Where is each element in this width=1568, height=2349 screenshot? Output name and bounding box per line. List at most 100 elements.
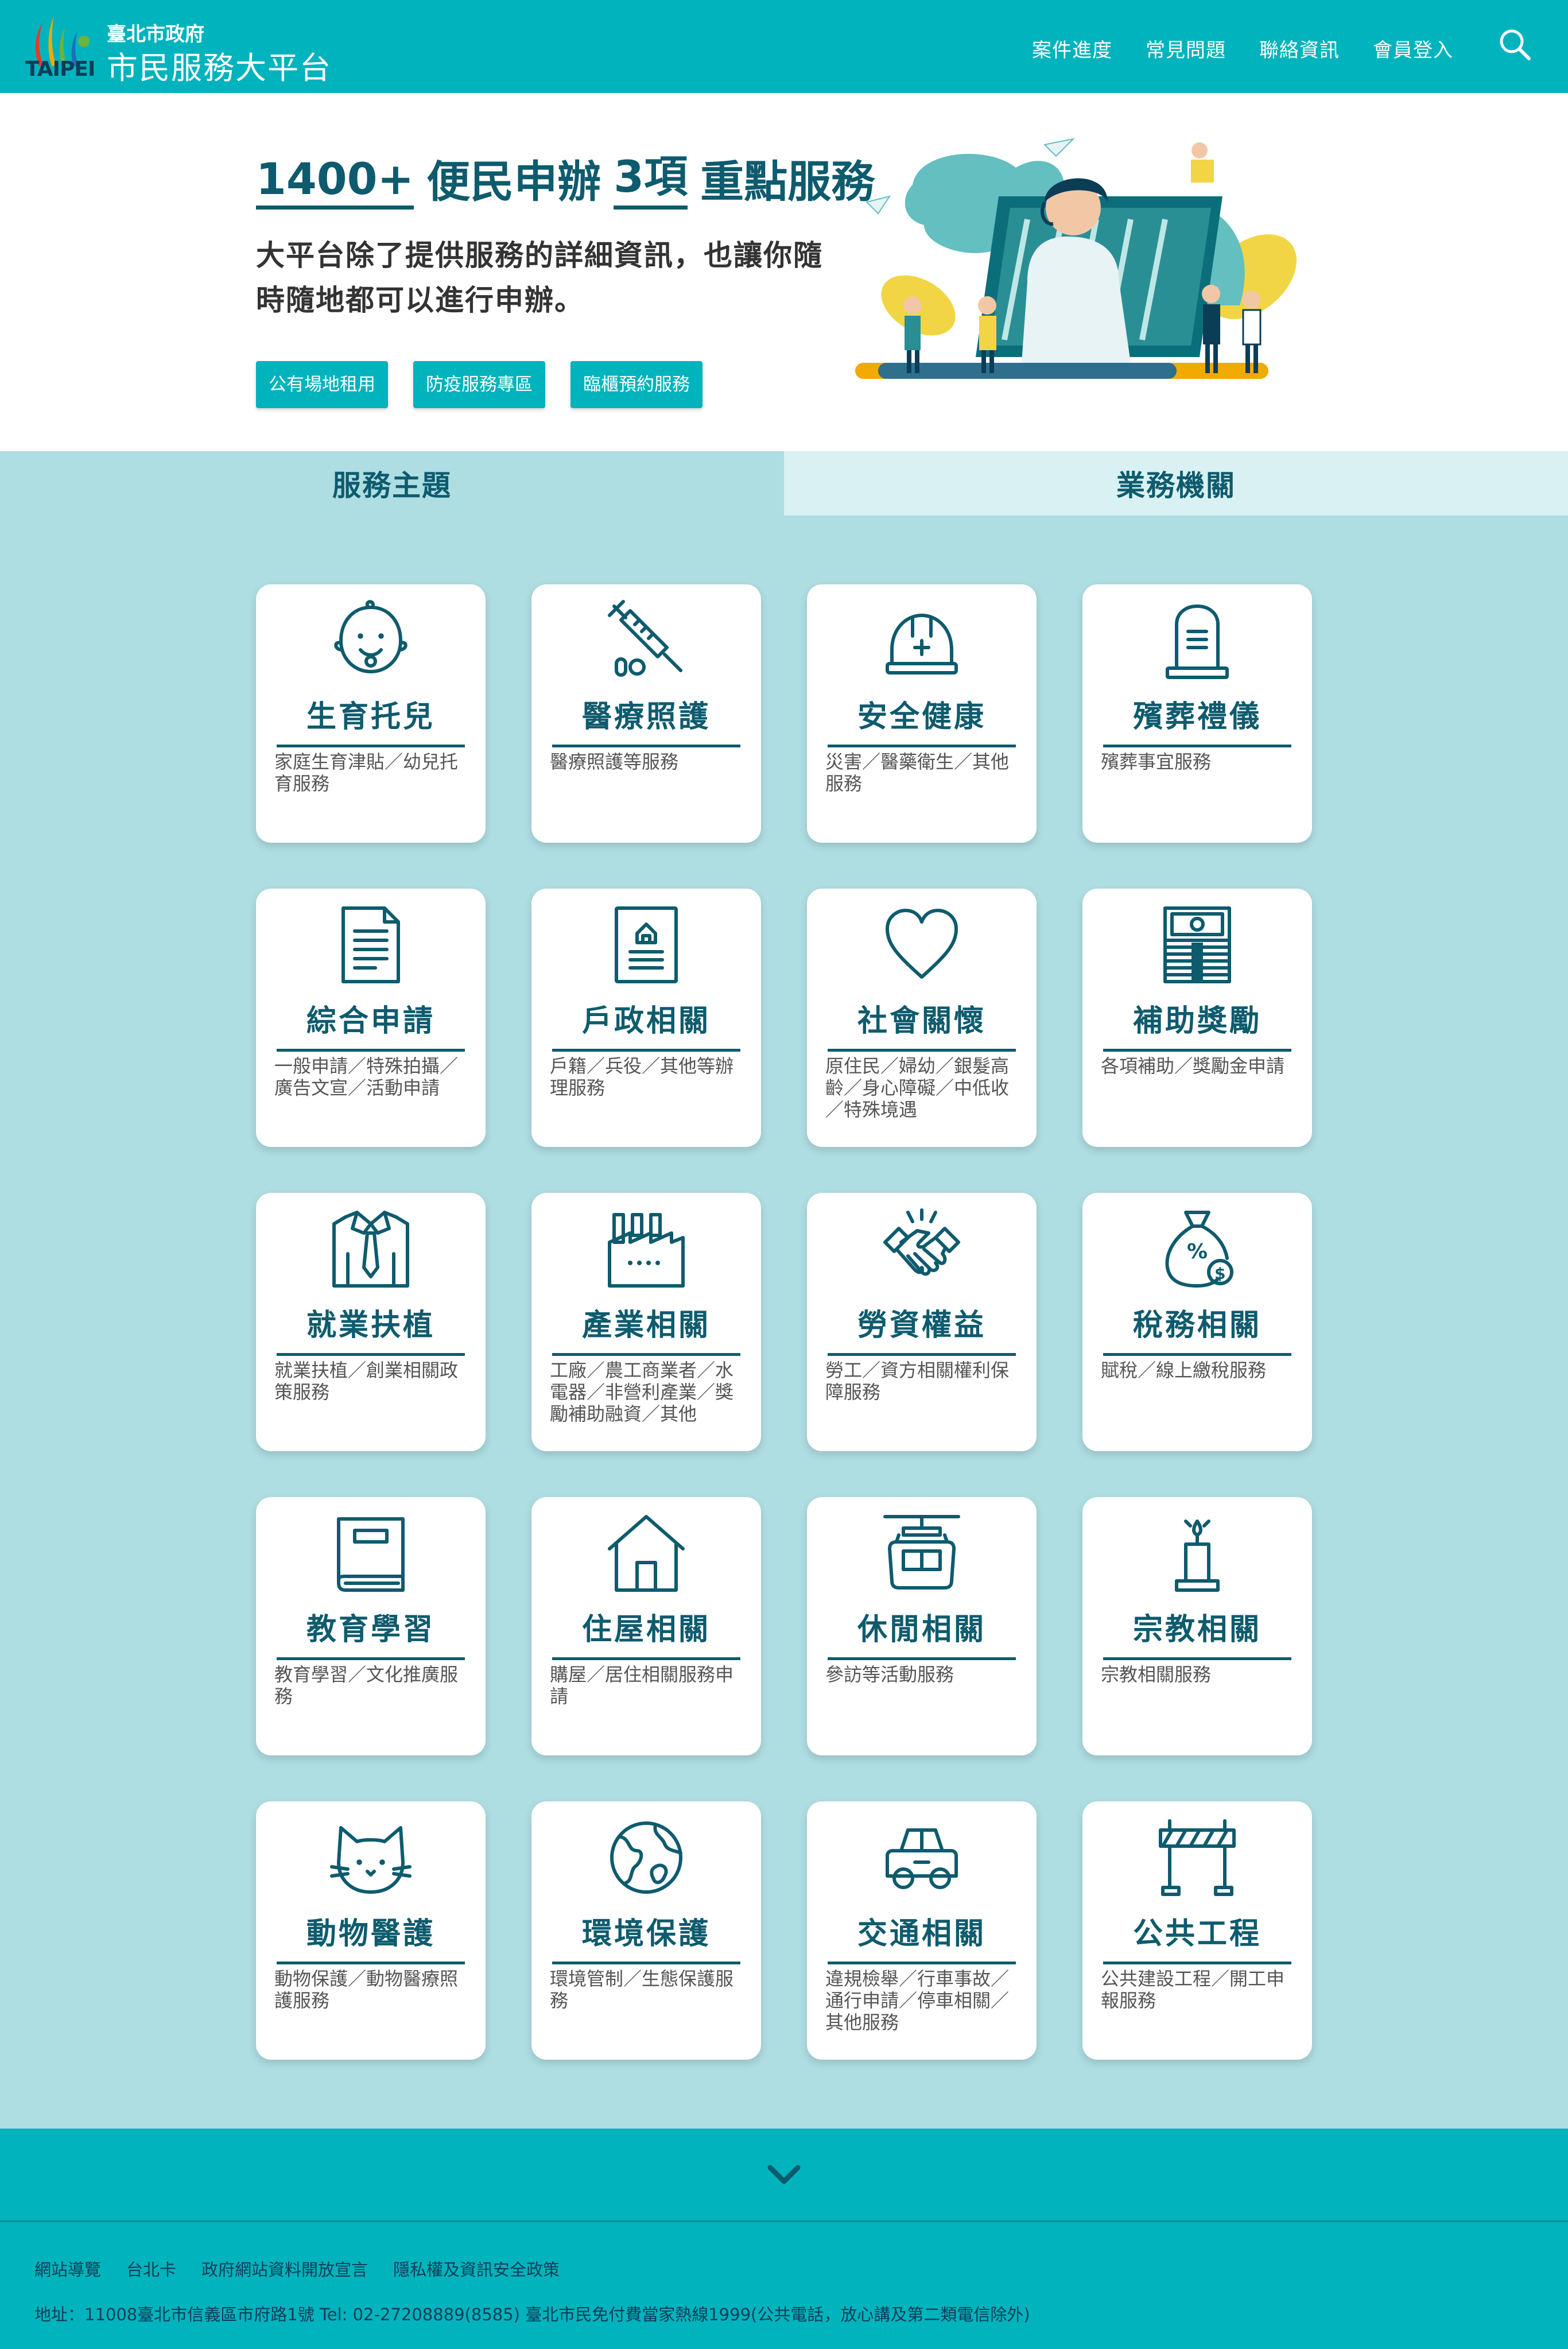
footer-link-privacy[interactable]: 隱私權及資訊安全政策 (393, 2257, 560, 2281)
footer-link-open-data[interactable]: 政府網站資料開放宣言 (201, 2257, 368, 2281)
card-description: 各項補助／獎勵金申請 (1101, 1055, 1285, 1077)
service-card[interactable]: 就業扶植 就業扶植／創業相關政策服務 (256, 1193, 486, 1451)
footer-links: 網站導覽 台北卡 政府網站資料開放宣言 隱私權及資訊安全政策 (34, 2257, 560, 2281)
card-title: 勞資權益 (828, 1301, 1016, 1356)
card-description: 家庭生育津貼／幼兒托育服務 (274, 751, 459, 794)
tab-agencies[interactable]: 業務機關 (784, 451, 1568, 515)
tombstone-icon (1166, 604, 1229, 679)
globe-icon (610, 1821, 682, 1894)
card-description: 宗教相關服務 (1101, 1664, 1212, 1685)
quick-links: 公有場地租用 防疫服務專區 臨櫃預約服務 (256, 361, 703, 408)
card-description: 賦稅／線上繳稅服務 (1101, 1359, 1267, 1381)
site-header: TAIPEI 臺北市政府 市民服務大平台 案件進度 常見問題 聯絡資訊 會員登入 (0, 0, 1568, 93)
card-title: 生育托兒 (277, 692, 465, 747)
card-description: 違規檢舉／行車事故／通行申請／停車相關／其他服務 (825, 1968, 1010, 2033)
service-card[interactable]: 公共工程 公共建設工程／開工申報服務 (1082, 1801, 1312, 2060)
card-title: 住屋相關 (552, 1605, 740, 1660)
tax-bag-icon: % $ (1165, 1211, 1233, 1288)
card-title: 公共工程 (1103, 1909, 1291, 1964)
card-description: 勞工／資方相關權利保障服務 (825, 1359, 1010, 1403)
service-card[interactable]: 醫療照護 醫療照護等服務 (531, 584, 761, 843)
quick-counter-booking-button[interactable]: 臨櫃預約服務 (570, 361, 703, 408)
book-icon (337, 1517, 405, 1592)
service-card[interactable]: 補助獎勵 各項補助／獎勵金申請 (1082, 889, 1312, 1147)
card-description: 殯葬事宜服務 (1101, 751, 1212, 773)
nav-faq[interactable]: 常見問題 (1146, 34, 1226, 63)
service-card[interactable]: 戶政相關 戶籍／兵役／其他等辦理服務 (531, 889, 761, 1147)
card-description: 工廠／農工商業者／水電器／非營利產業／獎勵補助融資／其他 (550, 1359, 734, 1425)
house-icon (608, 1515, 685, 1592)
search-icon[interactable] (1497, 26, 1532, 62)
card-title: 安全健康 (828, 692, 1016, 747)
barrier-icon (1159, 1819, 1236, 1896)
service-card[interactable]: 教育學習 教育學習／文化推廣服務 (256, 1497, 486, 1755)
nav-case-progress[interactable]: 案件進度 (1032, 34, 1112, 63)
cat-icon (330, 1826, 412, 1894)
headline-text-2: 重點服務 (700, 156, 875, 207)
service-card[interactable]: 休閒相關 參訪等活動服務 (807, 1497, 1037, 1755)
shirt-tie-icon (332, 1211, 409, 1288)
card-title: 補助獎勵 (1103, 997, 1291, 1052)
service-card[interactable]: 殯葬禮儀 殯葬事宜服務 (1082, 584, 1312, 843)
service-card[interactable]: 安全健康 災害／醫藥衛生／其他服務 (807, 584, 1037, 843)
card-title: 稅務相關 (1103, 1301, 1291, 1356)
service-card[interactable]: 動物醫護 動物保護／動物醫療照護服務 (256, 1801, 486, 2060)
headline-text-1: 便民申辦 (426, 156, 601, 207)
svg-text:$: $ (1214, 1264, 1225, 1283)
service-card[interactable]: 勞資權益 勞工／資方相關權利保障服務 (807, 1193, 1037, 1451)
service-card[interactable]: 生育托兒 家庭生育津貼／幼兒托育服務 (256, 584, 486, 843)
site-footer: 網站導覽 台北卡 政府網站資料開放宣言 隱私權及資訊安全政策 地址：11008臺… (0, 2220, 1568, 2349)
scroll-band (0, 2129, 1568, 2220)
card-title: 環境保護 (552, 1909, 740, 1964)
nav-contact[interactable]: 聯絡資訊 (1259, 34, 1340, 63)
nav-member-login[interactable]: 會員登入 (1373, 34, 1453, 63)
quick-epidemic-button[interactable]: 防疫服務專區 (413, 361, 545, 408)
card-description: 參訪等活動服務 (825, 1664, 954, 1685)
service-card[interactable]: 環境保護 環境管制／生態保護服務 (531, 1801, 761, 2060)
card-title: 動物醫護 (277, 1909, 465, 1964)
service-card[interactable]: % $ 稅務相關 賦稅／線上繳稅服務 (1082, 1193, 1312, 1451)
service-card[interactable]: 綜合申請 一般申請／特殊拍攝／廣告文宣／活動申請 (256, 889, 486, 1147)
card-title: 宗教相關 (1103, 1605, 1291, 1660)
hero-illustration (855, 138, 1297, 379)
hero-section: 1400+ 便民申辦 3項 重點服務 大平台除了提供服務的詳細資訊，也讓你隨時隨… (0, 93, 1568, 451)
card-description: 購屋／居住相關服務申請 (550, 1664, 734, 1707)
car-icon (886, 1828, 958, 1889)
brand-title[interactable]: 市民服務大平台 (107, 42, 332, 88)
helmet-icon (886, 614, 958, 675)
document-icon (341, 906, 400, 983)
card-description: 災害／醫藥衛生／其他服務 (825, 751, 1010, 794)
footer-link-taipei-card[interactable]: 台北卡 (126, 2257, 176, 2281)
card-description: 動物保護／動物醫療照護服務 (274, 1968, 459, 2011)
footer-link-sitemap[interactable]: 網站導覽 (34, 2257, 101, 2281)
service-grid: 生育托兒 家庭生育津貼／幼兒托育服務 醫療照護 醫療照護等服務 安全健康 災害／… (0, 515, 1568, 2129)
card-description: 教育學習／文化推廣服務 (274, 1664, 459, 1707)
household-icon (615, 906, 678, 983)
cable-car-icon (883, 1515, 960, 1590)
card-description: 就業扶植／創業相關政策服務 (274, 1359, 459, 1403)
card-title: 教育學習 (277, 1605, 465, 1660)
footer-address: 地址：11008臺北市信義區市府路1號 Tel: 02-27208889(858… (34, 2305, 1030, 2324)
chevron-down-icon[interactable] (766, 2157, 802, 2192)
service-card[interactable]: 宗教相關 宗教相關服務 (1082, 1497, 1312, 1755)
service-card[interactable]: 交通相關 違規檢舉／行車事故／通行申請／停車相關／其他服務 (807, 1801, 1037, 2060)
card-title: 綜合申請 (277, 997, 465, 1052)
service-card[interactable]: 社會關懷 原住民／婦幼／銀髮高齡／身心障礙／中低收／特殊境遇 (807, 889, 1037, 1147)
headline-count: 1400+ (256, 153, 414, 210)
baby-icon (334, 600, 407, 673)
handshake-icon (883, 1208, 960, 1276)
card-title: 就業扶植 (277, 1301, 465, 1356)
service-tabs: 服務主題 業務機關 (0, 451, 1568, 515)
card-description: 環境管制／生態保護服務 (550, 1968, 734, 2011)
card-title: 殯葬禮儀 (1103, 692, 1291, 747)
candle-icon (1175, 1520, 1220, 1592)
tab-service-topics[interactable]: 服務主題 (0, 451, 784, 515)
card-title: 戶政相關 (552, 997, 740, 1052)
hero-intro: 大平台除了提供服務的詳細資訊，也讓你隨時隨地都可以進行申辦。 (256, 239, 823, 317)
card-description: 公共建設工程／開工申報服務 (1101, 1968, 1285, 2011)
quick-venue-rental-button[interactable]: 公有場地租用 (256, 361, 388, 408)
card-title: 產業相關 (552, 1301, 740, 1356)
service-card[interactable]: 住屋相關 購屋／居住相關服務申請 (531, 1497, 761, 1755)
card-description: 戶籍／兵役／其他等辦理服務 (550, 1055, 734, 1099)
service-card[interactable]: 產業相關 工廠／農工商業者／水電器／非營利產業／獎勵補助融資／其他 (531, 1193, 761, 1451)
